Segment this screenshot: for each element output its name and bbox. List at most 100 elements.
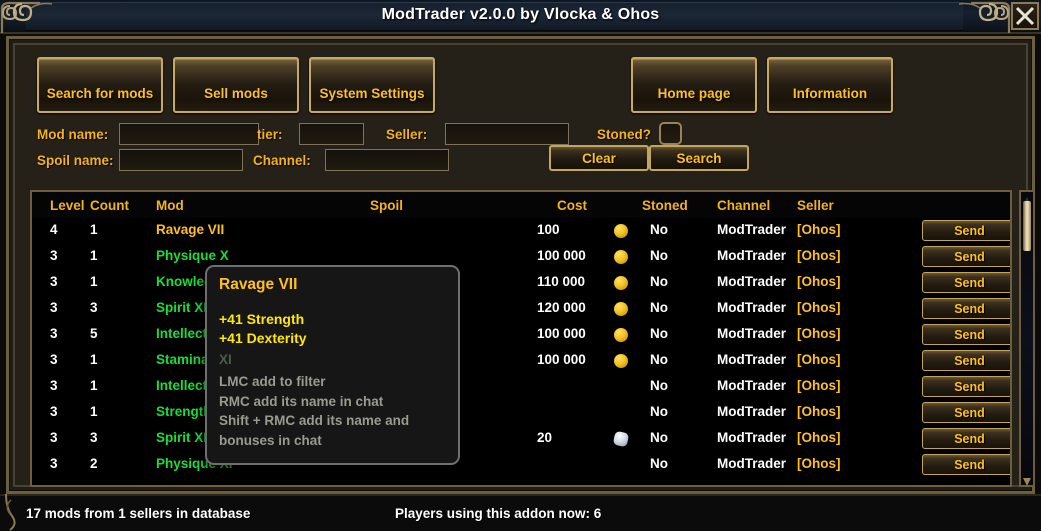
table-row[interactable]: 4 1 Ravage VII 100 No ModTrader [Ohos] Send bbox=[32, 218, 1010, 244]
cell-seller[interactable]: [Ohos] bbox=[797, 248, 841, 263]
cell-level: 3 bbox=[50, 274, 58, 289]
cell-count: 1 bbox=[90, 274, 98, 289]
cell-count: 5 bbox=[90, 326, 98, 341]
cell-mod[interactable]: Spirit XI bbox=[156, 300, 207, 315]
cell-seller[interactable]: [Ohos] bbox=[797, 456, 841, 471]
cell-cost: 100 000 bbox=[537, 248, 586, 263]
cell-mod[interactable]: Ravage VII bbox=[156, 222, 224, 237]
information-button[interactable]: Information bbox=[767, 57, 893, 113]
table-row[interactable]: 3 3 Spirit XI 20 No ModTrader [Ohos] Send bbox=[32, 426, 1010, 452]
scrollbar-thumb[interactable] bbox=[1023, 200, 1031, 251]
column-header-level[interactable]: Level bbox=[50, 198, 85, 213]
send-button[interactable]: Send bbox=[922, 428, 1010, 449]
cell-mod[interactable]: Physique X bbox=[156, 248, 229, 263]
cell-count: 1 bbox=[90, 352, 98, 367]
table-row[interactable]: 3 1 Physique X 100 000 No ModTrader [Ohos] Send bbox=[32, 244, 1010, 270]
gold-coin-icon bbox=[614, 302, 628, 319]
mod-tooltip: Ravage VII +41 Strength +41 Dexterity XI… bbox=[205, 265, 460, 465]
send-button[interactable]: Send bbox=[922, 272, 1010, 293]
column-header-mod[interactable]: Mod bbox=[156, 198, 184, 213]
send-button[interactable]: Send bbox=[922, 402, 1010, 423]
gold-coin-icon bbox=[614, 250, 628, 267]
table-row[interactable]: 3 2 Physique XI No ModTrader [Ohos] Send bbox=[32, 452, 1010, 478]
cell-channel: ModTrader bbox=[717, 300, 787, 315]
cell-level: 3 bbox=[50, 456, 58, 471]
title-bar: ModTrader v2.0.0 by Vlocka & Ohos bbox=[0, 0, 1041, 34]
tooltip-bonus-dexterity: +41 Dexterity bbox=[219, 330, 307, 346]
table-row[interactable]: 3 3 Spirit XI 120 000 No ModTrader [Ohos] Send bbox=[32, 296, 1010, 322]
gold-coin-icon bbox=[614, 276, 628, 293]
cell-stoned: No bbox=[650, 326, 668, 341]
cell-channel: ModTrader bbox=[717, 456, 787, 471]
cell-mod[interactable]: Spirit XI bbox=[156, 430, 207, 445]
cell-count: 3 bbox=[90, 300, 98, 315]
cell-seller[interactable]: [Ohos] bbox=[797, 352, 841, 367]
send-button[interactable]: Send bbox=[922, 454, 1010, 475]
table-header-row: Level Count Mod Spoil Cost Stoned Channe… bbox=[32, 192, 1010, 218]
stoned-checkbox[interactable] bbox=[659, 122, 682, 145]
spoil-name-input[interactable] bbox=[119, 149, 243, 171]
sell-mods-button[interactable]: Sell mods bbox=[173, 57, 299, 113]
send-button[interactable]: Send bbox=[922, 220, 1010, 241]
cell-count: 2 bbox=[90, 456, 98, 471]
cell-seller[interactable]: [Ohos] bbox=[797, 300, 841, 315]
cell-stoned: No bbox=[650, 248, 668, 263]
cell-seller[interactable]: [Ohos] bbox=[797, 274, 841, 289]
column-header-spoil[interactable]: Spoil bbox=[370, 198, 403, 213]
cell-stoned: No bbox=[650, 404, 668, 419]
cell-seller[interactable]: [Ohos] bbox=[797, 222, 841, 237]
column-header-stoned[interactable]: Stoned bbox=[642, 198, 688, 213]
close-button[interactable] bbox=[1011, 2, 1039, 30]
gold-coin-icon bbox=[614, 224, 628, 241]
cell-seller[interactable]: [Ohos] bbox=[797, 430, 841, 445]
clear-button[interactable]: Clear bbox=[549, 145, 649, 171]
cell-stoned: No bbox=[650, 352, 668, 367]
tooltip-subtext: XI bbox=[219, 352, 232, 367]
channel-input[interactable] bbox=[325, 149, 449, 171]
tier-input[interactable] bbox=[299, 123, 364, 145]
table-row[interactable]: 3 5 Intellect XI 100 000 No ModTrader [Ohos] Se… bbox=[32, 322, 1010, 348]
send-button[interactable]: Send bbox=[922, 246, 1010, 267]
seller-input[interactable] bbox=[445, 123, 569, 145]
table-row[interactable]: 3 1 Knowledge XI 110 000 No ModTrader [Ohos] Se… bbox=[32, 270, 1010, 296]
send-button[interactable]: Send bbox=[922, 376, 1010, 397]
search-for-mods-button[interactable]: Search for mods bbox=[37, 57, 163, 113]
cell-count: 1 bbox=[90, 378, 98, 393]
column-header-cost[interactable]: Cost bbox=[557, 198, 587, 213]
cell-seller[interactable]: [Ohos] bbox=[797, 404, 841, 419]
send-button[interactable]: Send bbox=[922, 298, 1010, 319]
cell-stoned: No bbox=[650, 222, 668, 237]
table-row[interactable]: 3 1 Stamina XI 100 000 No ModTrader [Ohos] Send bbox=[32, 348, 1010, 374]
tooltip-hint-shift2: bonuses in chat bbox=[219, 432, 322, 448]
channel-label: Channel: bbox=[253, 153, 311, 168]
cell-level: 3 bbox=[50, 352, 58, 367]
system-settings-button[interactable]: System Settings bbox=[309, 57, 435, 113]
column-header-seller[interactable]: Seller bbox=[797, 198, 834, 213]
status-mods-count: 17 mods from 1 sellers in database bbox=[26, 506, 251, 521]
send-button[interactable]: Send bbox=[922, 324, 1010, 345]
cell-channel: ModTrader bbox=[717, 352, 787, 367]
cell-cost: 100 000 bbox=[537, 326, 586, 341]
cell-channel: ModTrader bbox=[717, 326, 787, 341]
scroll-down-arrow-icon[interactable] bbox=[1022, 474, 1032, 486]
cell-cost: 120 000 bbox=[537, 300, 586, 315]
cell-channel: ModTrader bbox=[717, 430, 787, 445]
filter-bar: Mod name: tier: Seller: Stoned? Spoil na… bbox=[21, 119, 1020, 179]
silver-coin-icon bbox=[612, 430, 630, 449]
ornament-filigree-bottom-left-icon bbox=[0, 493, 26, 531]
column-header-count[interactable]: Count bbox=[90, 198, 129, 213]
table-row[interactable]: 3 1 Strength XI No ModTrader [Ohos] Send bbox=[32, 400, 1010, 426]
send-button[interactable]: Send bbox=[922, 350, 1010, 371]
table-body: 4 1 Ravage VII 100 No ModTrader [Ohos] Send 3 1 Ph… bbox=[32, 218, 1010, 478]
column-header-channel[interactable]: Channel bbox=[717, 198, 770, 213]
cell-seller[interactable]: [Ohos] bbox=[797, 326, 841, 341]
mod-name-input[interactable] bbox=[119, 123, 259, 145]
cell-level: 3 bbox=[50, 300, 58, 315]
table-row[interactable]: 3 1 Intellect XI No ModTrader [Ohos] Send bbox=[32, 374, 1010, 400]
home-page-button[interactable]: Home page bbox=[631, 57, 757, 113]
gold-coin-icon bbox=[614, 354, 628, 371]
search-button[interactable]: Search bbox=[649, 145, 749, 171]
cell-level: 3 bbox=[50, 378, 58, 393]
table-scrollbar[interactable] bbox=[1019, 190, 1035, 487]
cell-seller[interactable]: [Ohos] bbox=[797, 378, 841, 393]
